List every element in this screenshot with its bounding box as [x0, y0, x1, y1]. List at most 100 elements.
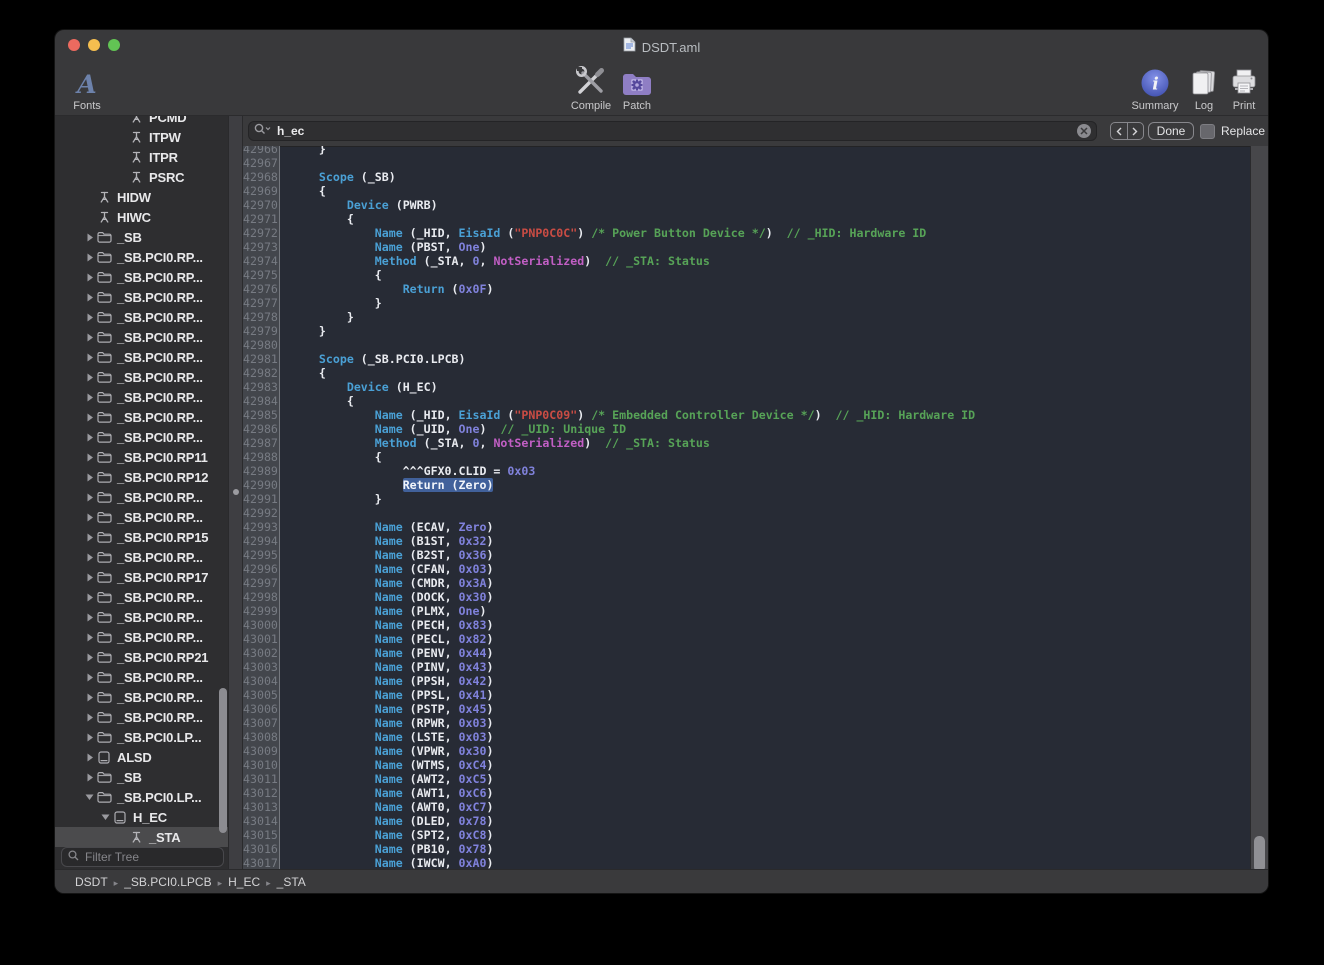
tree-item[interactable]: PCMD — [55, 116, 228, 127]
filter-tree-field[interactable] — [61, 847, 224, 867]
disclosure-triangle-expanded[interactable] — [83, 793, 96, 801]
disclosure-triangle-collapsed[interactable] — [83, 493, 96, 502]
breadcrumb-item[interactable]: _SB.PCI0.LPCB — [124, 875, 211, 889]
log-button[interactable]: Log — [1184, 62, 1224, 112]
disclosure-triangle-collapsed[interactable] — [83, 653, 96, 662]
tree-item[interactable]: _SB.PCI0.RP12 — [55, 467, 228, 487]
find-input[interactable] — [275, 123, 1073, 139]
tree-item[interactable]: _SB.PCI0.RP... — [55, 547, 228, 567]
tree-item[interactable]: _SB.PCI0.RP... — [55, 267, 228, 287]
line-number: 42983 — [243, 380, 280, 394]
editor-scrollbar-thumb[interactable] — [1254, 836, 1265, 870]
tree-item[interactable]: _SB.PCI0.RP... — [55, 507, 228, 527]
tree-item[interactable]: ITPR — [55, 147, 228, 167]
pane-splitter[interactable] — [228, 116, 243, 870]
tree-item-label: _SB.PCI0.RP15 — [117, 530, 208, 545]
breadcrumb[interactable]: DSDT▸_SB.PCI0.LPCB▸H_EC▸_STA — [75, 875, 306, 889]
summary-button[interactable]: i Summary — [1126, 62, 1184, 112]
tree-item[interactable]: _SB.PCI0.RP... — [55, 307, 228, 327]
find-next-button[interactable] — [1128, 123, 1144, 139]
disclosure-triangle-collapsed[interactable] — [83, 333, 96, 342]
breadcrumb-item[interactable]: DSDT — [75, 875, 108, 889]
tree-item[interactable]: ITPW — [55, 127, 228, 147]
done-button[interactable]: Done — [1148, 122, 1194, 140]
disclosure-triangle-collapsed[interactable] — [83, 633, 96, 642]
tree-item[interactable]: _SB — [55, 227, 228, 247]
disclosure-triangle-collapsed[interactable] — [83, 373, 96, 382]
disclosure-triangle-collapsed[interactable] — [83, 473, 96, 482]
find-field[interactable] — [248, 121, 1097, 141]
disclosure-triangle-collapsed[interactable] — [83, 713, 96, 722]
fonts-button[interactable]: A Fonts — [63, 62, 111, 112]
tree-item[interactable]: PSRC — [55, 167, 228, 187]
print-button[interactable]: Print — [1224, 62, 1264, 112]
tree-item[interactable]: _SB — [55, 767, 228, 787]
zoom-window-button[interactable] — [108, 39, 120, 51]
tree-item[interactable]: HIDW — [55, 187, 228, 207]
sidebar-scrollbar-thumb[interactable] — [219, 688, 227, 833]
disclosure-triangle-collapsed[interactable] — [83, 613, 96, 622]
tree-item[interactable]: _SB.PCI0.RP... — [55, 587, 228, 607]
disclosure-triangle-collapsed[interactable] — [83, 593, 96, 602]
disclosure-triangle-collapsed[interactable] — [83, 313, 96, 322]
title-bar[interactable]: DSDT.aml — [55, 30, 1268, 60]
minimize-window-button[interactable] — [88, 39, 100, 51]
tree-item[interactable]: ALSD — [55, 747, 228, 767]
tree-item[interactable]: _SB.PCI0.RP... — [55, 627, 228, 647]
disclosure-triangle-collapsed[interactable] — [83, 233, 96, 242]
breadcrumb-item[interactable]: H_EC — [228, 875, 260, 889]
filter-tree-input[interactable] — [83, 849, 217, 865]
tree-item[interactable]: H_EC — [55, 807, 228, 827]
tree-item[interactable]: _SB.PCI0.RP... — [55, 667, 228, 687]
disclosure-triangle-collapsed[interactable] — [83, 293, 96, 302]
search-menu-icon[interactable] — [254, 122, 271, 140]
tree-item[interactable]: _SB.PCI0.LP... — [55, 727, 228, 747]
disclosure-triangle-collapsed[interactable] — [83, 433, 96, 442]
disclosure-triangle-collapsed[interactable] — [83, 773, 96, 782]
tree-item[interactable]: _SB.PCI0.RP17 — [55, 567, 228, 587]
tree-item[interactable]: _SB.PCI0.RP... — [55, 427, 228, 447]
tree-item[interactable]: _STA — [55, 827, 228, 847]
replace-checkbox[interactable] — [1200, 124, 1215, 139]
tree-item[interactable]: _SB.PCI0.RP... — [55, 287, 228, 307]
tree-item[interactable]: _SB.PCI0.RP21 — [55, 647, 228, 667]
disclosure-triangle-collapsed[interactable] — [83, 533, 96, 542]
tree-item[interactable]: _SB.PCI0.RP... — [55, 387, 228, 407]
disclosure-triangle-collapsed[interactable] — [83, 273, 96, 282]
clear-search-icon[interactable] — [1077, 124, 1091, 138]
disclosure-triangle-collapsed[interactable] — [83, 573, 96, 582]
disclosure-triangle-collapsed[interactable] — [83, 253, 96, 262]
disclosure-triangle-collapsed[interactable] — [83, 453, 96, 462]
disclosure-triangle-collapsed[interactable] — [83, 753, 96, 762]
tree-item[interactable]: _SB.PCI0.RP... — [55, 707, 228, 727]
disclosure-triangle-collapsed[interactable] — [83, 353, 96, 362]
tree-item[interactable]: _SB.PCI0.RP... — [55, 367, 228, 387]
tree-item[interactable]: _SB.PCI0.RP... — [55, 347, 228, 367]
tree-item[interactable]: _SB.PCI0.RP... — [55, 487, 228, 507]
find-previous-button[interactable] — [1111, 123, 1128, 139]
disclosure-triangle-collapsed[interactable] — [83, 553, 96, 562]
compile-button[interactable]: Compile — [567, 62, 615, 112]
disclosure-triangle-collapsed[interactable] — [83, 393, 96, 402]
disclosure-triangle-collapsed[interactable] — [83, 733, 96, 742]
disclosure-triangle-collapsed[interactable] — [83, 413, 96, 422]
breadcrumb-item[interactable]: _STA — [277, 875, 306, 889]
tree-item[interactable]: _SB.PCI0.RP... — [55, 247, 228, 267]
editor-scrollbar[interactable] — [1250, 146, 1268, 870]
tree-item[interactable]: HIWC — [55, 207, 228, 227]
tree-item[interactable]: _SB.PCI0.RP... — [55, 327, 228, 347]
close-window-button[interactable] — [68, 39, 80, 51]
tree-item[interactable]: _SB.PCI0.RP... — [55, 607, 228, 627]
disclosure-triangle-collapsed[interactable] — [83, 673, 96, 682]
disclosure-triangle-expanded[interactable] — [99, 813, 112, 821]
code-view[interactable]: 42966 }4296742968 Scope (_SB)42969 {4297… — [243, 146, 1268, 870]
tree-item[interactable]: _SB.PCI0.RP11 — [55, 447, 228, 467]
tree-item[interactable]: _SB.PCI0.RP15 — [55, 527, 228, 547]
disclosure-triangle-collapsed[interactable] — [83, 693, 96, 702]
replace-toggle[interactable]: Replace — [1200, 122, 1265, 140]
disclosure-triangle-collapsed[interactable] — [83, 513, 96, 522]
patch-button[interactable]: Patch — [615, 62, 659, 112]
tree-item[interactable]: _SB.PCI0.LP... — [55, 787, 228, 807]
tree-item[interactable]: _SB.PCI0.RP... — [55, 687, 228, 707]
tree-item[interactable]: _SB.PCI0.RP... — [55, 407, 228, 427]
